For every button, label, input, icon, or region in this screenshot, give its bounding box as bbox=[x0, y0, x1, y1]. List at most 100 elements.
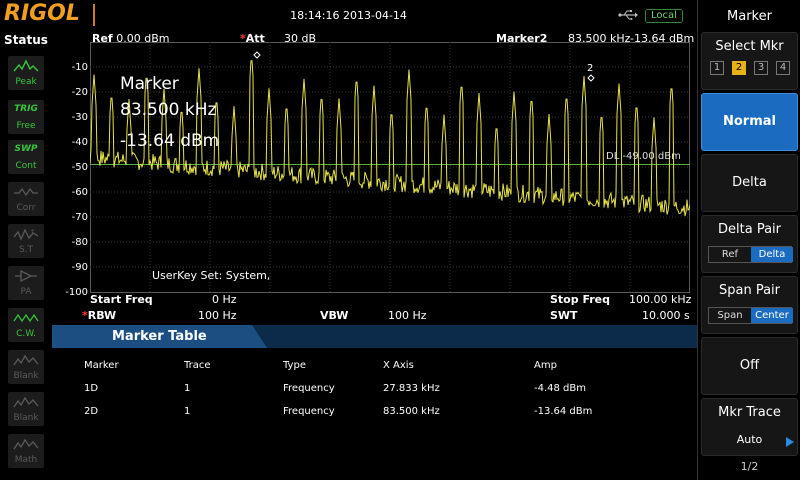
status-trace-blank-1[interactable]: Blank bbox=[8, 350, 44, 384]
y-tick-30: -30 bbox=[71, 112, 88, 123]
col-type: Type bbox=[283, 360, 306, 371]
math-icon bbox=[13, 438, 39, 450]
status-corr-label: Corr bbox=[16, 203, 36, 213]
off-button[interactable]: Off bbox=[701, 337, 798, 395]
row1-type: Frequency bbox=[283, 383, 335, 394]
status-sweep-top: SWP bbox=[14, 144, 38, 154]
menu-title: Marker bbox=[727, 9, 772, 24]
normal-button[interactable]: Normal bbox=[701, 93, 798, 151]
pa-icon bbox=[15, 269, 37, 283]
marker-table-title: Marker Table bbox=[112, 329, 207, 344]
select-mkr-button[interactable]: Select Mkr 1 2 3 4 bbox=[701, 32, 798, 90]
vbw-label: VBW bbox=[320, 309, 349, 322]
swt-value: 10.000 s bbox=[642, 309, 690, 322]
mkr-num-2[interactable]: 2 bbox=[732, 61, 746, 75]
mkr-num-3[interactable]: 3 bbox=[754, 61, 768, 75]
y-tick-80: -80 bbox=[71, 237, 88, 248]
status-cw[interactable]: C.W. bbox=[8, 308, 44, 342]
off-label: Off bbox=[739, 358, 760, 373]
status-pa-label: PA bbox=[20, 287, 32, 297]
delta-pair-delta[interactable]: Delta bbox=[751, 247, 793, 262]
spectrum-plot-area: Ref 0.00 dBm *Att 30 dB Marker2 83.500 k… bbox=[52, 30, 697, 325]
rbw-value: 100 Hz bbox=[198, 309, 237, 322]
mkr-trace-value: Auto bbox=[736, 433, 763, 446]
y-tick-100: -100 bbox=[65, 287, 88, 298]
mkr-num-4[interactable]: 4 bbox=[776, 61, 790, 75]
cw-icon bbox=[13, 313, 39, 323]
row2-xaxis: 83.500 kHz bbox=[383, 406, 440, 417]
display-line-label: DL -49.00 dBm bbox=[606, 151, 681, 162]
submenu-arrow-icon bbox=[786, 437, 794, 447]
stop-freq-value: 100.00 kHz bbox=[629, 293, 692, 306]
marker-2-tag: 2 bbox=[587, 63, 593, 74]
status-pa[interactable]: PA bbox=[8, 266, 44, 300]
big-marker-freq: 83.500 kHz bbox=[120, 100, 217, 120]
softkey-menu: Marker Select Mkr 1 2 3 4 Normal Delta D… bbox=[697, 0, 800, 480]
mkr-num-1[interactable]: 1 bbox=[710, 61, 724, 75]
marker-1-indicator bbox=[253, 51, 261, 59]
status-st[interactable]: + S.T bbox=[8, 224, 44, 258]
stop-freq-label: Stop Freq bbox=[550, 293, 611, 306]
big-marker-amp: -13.64 dBm bbox=[120, 131, 220, 151]
status-math[interactable]: Math bbox=[8, 434, 44, 468]
col-trace: Trace bbox=[184, 360, 211, 371]
status-blank-label-2: Blank bbox=[13, 413, 39, 423]
delta-pair-ref[interactable]: Ref bbox=[709, 247, 751, 262]
y-tick-50: -50 bbox=[71, 162, 88, 173]
span-pair-toggle[interactable]: Span Center bbox=[708, 307, 793, 324]
status-peak[interactable]: Peak bbox=[8, 56, 44, 90]
status-corr[interactable]: Corr bbox=[8, 182, 44, 216]
status-math-label: Math bbox=[14, 455, 38, 465]
col-marker: Marker bbox=[84, 360, 119, 371]
status-trig[interactable]: TRIG Free bbox=[8, 100, 44, 134]
spectrum-graticule[interactable]: 2 bbox=[90, 42, 690, 293]
y-tick-60: -60 bbox=[71, 187, 88, 198]
span-pair-center[interactable]: Center bbox=[751, 308, 793, 323]
status-trace-blank-2[interactable]: Blank bbox=[8, 392, 44, 426]
start-freq-label: Start Freq bbox=[90, 293, 153, 306]
st-icon: + bbox=[13, 228, 39, 241]
status-title: Status bbox=[4, 33, 48, 47]
delta-button[interactable]: Delta bbox=[701, 154, 798, 212]
select-mkr-label: Select Mkr bbox=[715, 39, 784, 54]
status-blank-label-1: Blank bbox=[13, 371, 39, 381]
row2-type: Frequency bbox=[283, 406, 335, 417]
span-pair-span[interactable]: Span bbox=[709, 308, 751, 323]
delta-pair-label: Delta Pair bbox=[718, 222, 781, 237]
mkr-trace-button[interactable]: Mkr Trace Auto bbox=[701, 398, 798, 456]
rbw-label: *RBW bbox=[82, 309, 117, 322]
y-tick-20: -20 bbox=[71, 87, 88, 98]
corr-icon bbox=[14, 187, 38, 197]
timestamp: 18:14:16 2013-04-14 bbox=[290, 9, 407, 22]
svg-text:+: + bbox=[30, 228, 35, 235]
status-st-label: S.T bbox=[18, 245, 34, 255]
delta-label: Delta bbox=[732, 175, 767, 190]
row1-marker: 1D bbox=[84, 383, 99, 394]
row1-xaxis: 27.833 kHz bbox=[383, 383, 440, 394]
delta-pair-button[interactable]: Delta Pair Ref Delta bbox=[701, 215, 798, 273]
span-pair-button[interactable]: Span Pair Span Center bbox=[701, 276, 798, 334]
status-bar: Status Peak TRIG Free SWP Cont Corr + S.… bbox=[0, 30, 52, 480]
status-sweep[interactable]: SWP Cont bbox=[8, 140, 44, 174]
span-pair-label: Span Pair bbox=[718, 283, 781, 298]
row2-marker: 2D bbox=[84, 406, 99, 417]
status-trig-label: Free bbox=[16, 121, 36, 131]
row2-trace: 1 bbox=[184, 406, 191, 417]
col-xaxis: X Axis bbox=[383, 360, 414, 371]
start-freq-value: 0 Hz bbox=[212, 293, 237, 306]
peak-icon bbox=[13, 59, 39, 72]
status-peak-label: Peak bbox=[15, 77, 37, 87]
big-marker-title: Marker bbox=[120, 74, 179, 94]
y-tick-10: -10 bbox=[71, 62, 88, 73]
delta-pair-toggle[interactable]: Ref Delta bbox=[708, 246, 793, 263]
top-bar: RIGOL 18:14:16 2013-04-14 Local bbox=[0, 0, 697, 30]
status-trig-top: TRIG bbox=[14, 104, 38, 114]
y-tick-90: -90 bbox=[71, 262, 88, 273]
page-indicator: 1/2 bbox=[740, 460, 759, 473]
usb-icon bbox=[618, 10, 638, 20]
y-tick-40: -40 bbox=[71, 137, 88, 148]
mkr-trace-label: Mkr Trace bbox=[718, 405, 781, 420]
col-amp: Amp bbox=[534, 360, 557, 371]
local-badge: Local bbox=[645, 9, 683, 23]
row1-amp: -4.48 dBm bbox=[534, 383, 587, 394]
